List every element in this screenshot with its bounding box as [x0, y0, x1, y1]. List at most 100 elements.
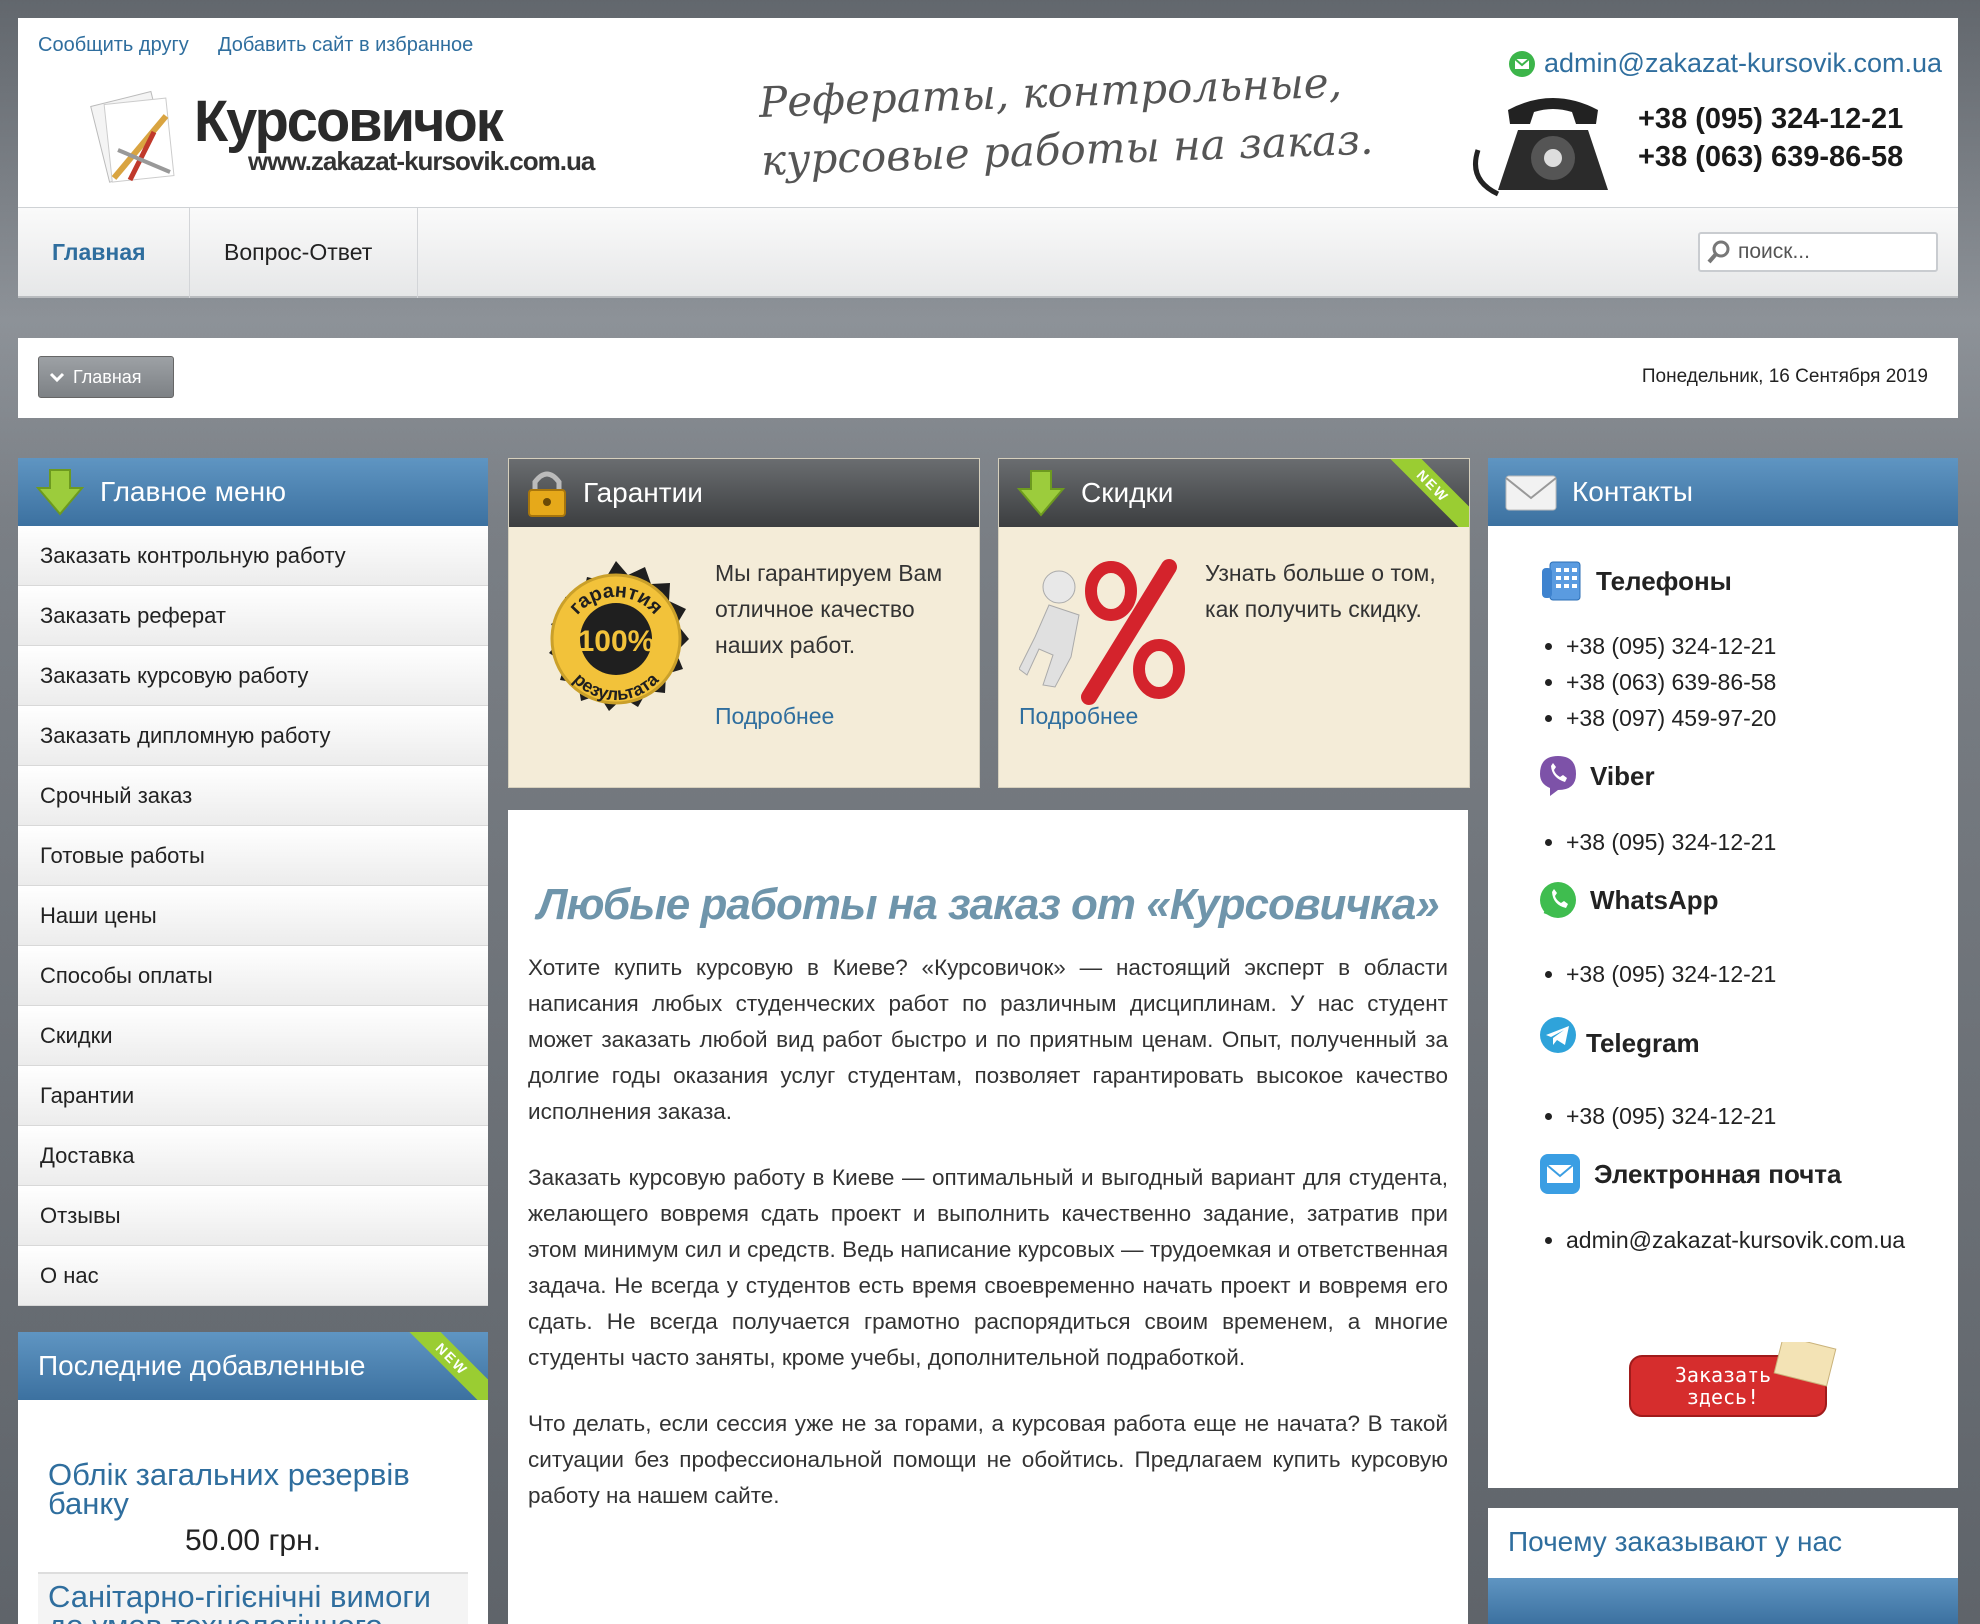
- email-label: Электронная почта: [1594, 1158, 1842, 1189]
- menu-item-order-diploma[interactable]: Заказать дипломную работу: [18, 706, 488, 766]
- viber-list: +38 (095) 324-12-21: [1540, 824, 1776, 860]
- article-paragraph: Хотите купить курсовую в Киеве? «Курсови…: [528, 955, 1448, 1124]
- guarantee-body: 100% гарантия результата Мы гарантируем …: [509, 527, 979, 787]
- search-placeholder: поиск...: [1738, 240, 1810, 263]
- why-header-bar: [1488, 1578, 1958, 1624]
- menu-item-guarantees[interactable]: Гарантии: [18, 1066, 488, 1126]
- menu-item-order-test[interactable]: Заказать контрольную работу: [18, 526, 488, 586]
- list-item[interactable]: +38 (063) 639-86-58: [1566, 664, 1776, 700]
- guarantee-more-link[interactable]: Подробнее: [715, 703, 834, 730]
- main-menu-header: Главное меню: [18, 458, 488, 526]
- why-module: Почему заказывают у нас: [1488, 1508, 1958, 1624]
- menu-item-discounts[interactable]: Скидки: [18, 1006, 488, 1066]
- order-button-label[interactable]: Заказать здесь!: [1648, 1364, 1798, 1408]
- whatsapp-heading: WhatsApp: [1538, 880, 1719, 920]
- menu-item-payment[interactable]: Способы оплаты: [18, 946, 488, 1006]
- main-menu-list: Заказать контрольную работу Заказать реф…: [18, 526, 488, 1306]
- email-list: admin@zakazat-kursovik.com.ua: [1540, 1222, 1905, 1258]
- arrow-down-icon: [35, 469, 85, 516]
- nav-faq[interactable]: Вопрос-Ответ: [190, 208, 418, 298]
- arrow-down-icon: [1016, 470, 1066, 517]
- list-item[interactable]: +38 (095) 324-12-21: [1566, 628, 1776, 664]
- menu-item-order-essay[interactable]: Заказать реферат: [18, 586, 488, 646]
- desk-phone-icon: [1542, 561, 1581, 601]
- logo-title[interactable]: Курсовичок: [194, 86, 504, 154]
- menu-item-ready-works[interactable]: Готовые работы: [18, 826, 488, 886]
- phones-label: Телефоны: [1596, 565, 1732, 596]
- site-header: Сообщить другу Добавить сайт в избранное…: [18, 18, 1958, 208]
- contacts-header: Контакты: [1488, 458, 1958, 526]
- article-heading: Любые работы на заказ от «Курсовичка»: [537, 880, 1440, 929]
- list-item[interactable]: +38 (095) 324-12-21: [1566, 824, 1776, 860]
- new-ribbon: NEW: [1375, 459, 1469, 527]
- discount-header: Скидки NEW: [999, 459, 1469, 527]
- whatsapp-icon: [1540, 882, 1576, 918]
- telephone-icon: [1468, 90, 1638, 200]
- list-item[interactable]: +38 (095) 324-12-21: [1566, 956, 1776, 992]
- viber-icon: [1540, 756, 1576, 796]
- nav-home[interactable]: Главная: [18, 208, 190, 298]
- logo-icon[interactable]: [70, 80, 200, 200]
- latest-item-title[interactable]: Санітарно-гігієнічні вимоги до умов техн…: [38, 1581, 468, 1624]
- telegram-label: Telegram: [1586, 1028, 1700, 1058]
- seal-center-text: 100%: [578, 625, 655, 658]
- telegram-icon: [1540, 1016, 1576, 1053]
- viber-heading: Viber: [1538, 754, 1655, 798]
- telegram-heading: Telegram: [1538, 1010, 1700, 1059]
- tell-friend-link[interactable]: Сообщить другу: [38, 34, 189, 57]
- main-menu-title: Главное меню: [100, 476, 287, 507]
- email-icon: [1509, 50, 1535, 77]
- tagline: Рефераты, контрольные, курсовые работы н…: [758, 53, 1374, 190]
- header-phone-1[interactable]: +38 (095) 324-12-21: [1638, 100, 1903, 138]
- discount-more-link[interactable]: Подробнее: [1019, 703, 1138, 730]
- header-email-text[interactable]: admin@zakazat-kursovik.com.ua: [1544, 48, 1942, 79]
- whatsapp-label: WhatsApp: [1590, 884, 1719, 915]
- menu-item-urgent-order[interactable]: Срочный заказ: [18, 766, 488, 826]
- search-icon: [1707, 240, 1730, 264]
- search-input[interactable]: поиск...: [1698, 232, 1938, 272]
- menu-item-reviews[interactable]: Отзывы: [18, 1186, 488, 1246]
- viber-label: Viber: [1590, 760, 1655, 791]
- menu-item-order-coursework[interactable]: Заказать курсовую работу: [18, 646, 488, 706]
- phones-heading: Телефоны: [1538, 558, 1732, 604]
- guarantee-title: Гарантии: [583, 477, 703, 508]
- contacts-title: Контакты: [1572, 476, 1693, 507]
- guarantee-seal-icon: 100% гарантия результата: [549, 561, 689, 711]
- discount-module: Скидки NEW Узнать больше о том, как полу…: [998, 458, 1470, 788]
- current-date: Понедельник, 16 Сентября 2019: [1641, 366, 1928, 387]
- main-article: Любые работы на заказ от «Курсовичка» Хо…: [508, 810, 1468, 1624]
- logo-url: www.zakazat-kursovik.com.ua: [248, 146, 595, 176]
- whatsapp-list: +38 (095) 324-12-21: [1540, 956, 1776, 992]
- add-favorites-link[interactable]: Добавить сайт в избранное: [218, 34, 473, 57]
- menu-item-prices[interactable]: Наши цены: [18, 886, 488, 946]
- breadcrumb-label[interactable]: Главная: [73, 367, 142, 388]
- header-phones: +38 (095) 324-12-21 +38 (063) 639-86-58: [1638, 100, 1903, 176]
- article-paragraph: Заказать курсовую работу в Киеве — оптим…: [528, 1165, 1448, 1370]
- latest-title: Последние добавленные: [38, 1350, 366, 1381]
- email-heading: Электронная почта: [1538, 1152, 1841, 1196]
- header-email[interactable]: admin@zakazat-kursovik.com.ua: [1508, 48, 1942, 79]
- new-ribbon: NEW: [394, 1332, 488, 1400]
- why-title: Почему заказывают у нас: [1508, 1526, 1843, 1557]
- header-phone-2[interactable]: +38 (063) 639-86-58: [1638, 138, 1903, 176]
- list-item[interactable]: +38 (097) 459-97-20: [1566, 700, 1776, 736]
- breadcrumb[interactable]: Главная: [38, 356, 174, 398]
- article-paragraph: Что делать, если сессия уже не за горами…: [528, 1411, 1448, 1508]
- latest-item-title[interactable]: Облік загальних резервів банку: [18, 1459, 488, 1519]
- latest-list: Облік загальних резервів банку 50.00 грн…: [18, 1459, 488, 1624]
- discount-text: Узнать больше о том, как получить скидку…: [1205, 560, 1436, 622]
- menu-item-delivery[interactable]: Доставка: [18, 1126, 488, 1186]
- percent-figure-icon: [1019, 559, 1185, 705]
- list-item: Санітарно-гігієнічні вимоги до умов техн…: [38, 1572, 468, 1624]
- telegram-list: +38 (095) 324-12-21: [1540, 1098, 1776, 1134]
- phones-list: +38 (095) 324-12-21 +38 (063) 639-86-58 …: [1540, 628, 1776, 736]
- lock-icon: [528, 471, 566, 517]
- list-item[interactable]: admin@zakazat-kursovik.com.ua: [1566, 1222, 1905, 1258]
- envelope-icon: [1505, 475, 1557, 511]
- menu-item-about[interactable]: О нас: [18, 1246, 488, 1306]
- list-item[interactable]: +38 (095) 324-12-21: [1566, 1098, 1776, 1134]
- contacts-module: Контакты Телефоны +38 (095) 324-12-21 +3…: [1488, 458, 1958, 1488]
- order-here-button[interactable]: Заказать здесь!: [1628, 1342, 1838, 1422]
- discount-body: Узнать больше о том, как получить скидку…: [999, 527, 1469, 787]
- guarantee-text: Мы гарантируем Вам отличное качество наш…: [715, 560, 943, 658]
